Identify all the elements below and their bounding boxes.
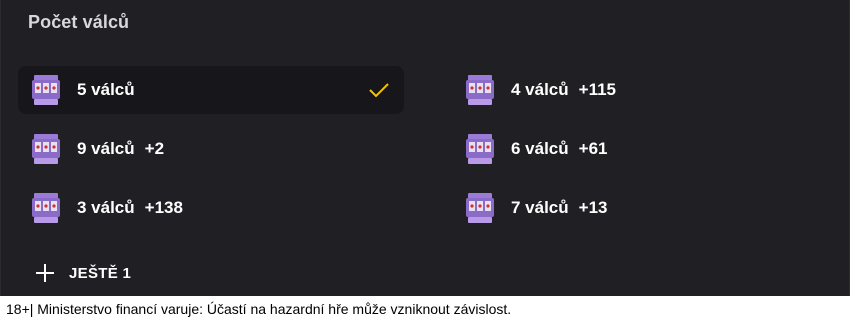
option-label: 9 válců +2 [77, 139, 165, 158]
option-label: 5 válců [77, 80, 135, 99]
slot-machine-icon [32, 75, 60, 105]
option-label: 4 válců +115 [511, 80, 617, 99]
option-3-reels[interactable]: 3 válců +138 [18, 184, 404, 232]
option-count: +61 [578, 139, 608, 158]
option-count: +138 [144, 198, 183, 217]
option-label: 6 válců +61 [511, 139, 608, 158]
filter-title: Počet válců [28, 12, 130, 32]
slot-machine-icon [466, 75, 494, 105]
option-count: +2 [144, 139, 165, 158]
option-9-reels[interactable]: 9 válců +2 [18, 125, 404, 173]
gambling-disclaimer: 18+| Ministerstvo financí varuje: Účastí… [6, 301, 512, 317]
option-4-reels[interactable]: 4 válců +115 [452, 66, 838, 114]
slot-machine-icon [466, 193, 494, 223]
show-more-label: JEŠTĚ 1 [69, 264, 132, 282]
slot-machine-icon [466, 134, 494, 164]
option-label: 7 válců +13 [511, 198, 608, 217]
show-more-button[interactable]: JEŠTĚ 1 [35, 260, 131, 286]
slot-machine-icon [32, 193, 60, 223]
reel-count-filter-panel: Počet válců 5 válců 9 válců +2 3 válců +… [0, 0, 850, 296]
option-6-reels[interactable]: 6 válců +61 [452, 125, 838, 173]
option-count: +115 [578, 80, 617, 99]
option-5-reels[interactable]: 5 válců [18, 66, 404, 114]
option-7-reels[interactable]: 7 válců +13 [452, 184, 838, 232]
option-count: +13 [578, 198, 608, 217]
option-label: 3 válců +138 [77, 198, 183, 217]
slot-machine-icon [32, 134, 60, 164]
checkmark-icon [369, 83, 389, 98]
plus-icon [36, 264, 54, 282]
